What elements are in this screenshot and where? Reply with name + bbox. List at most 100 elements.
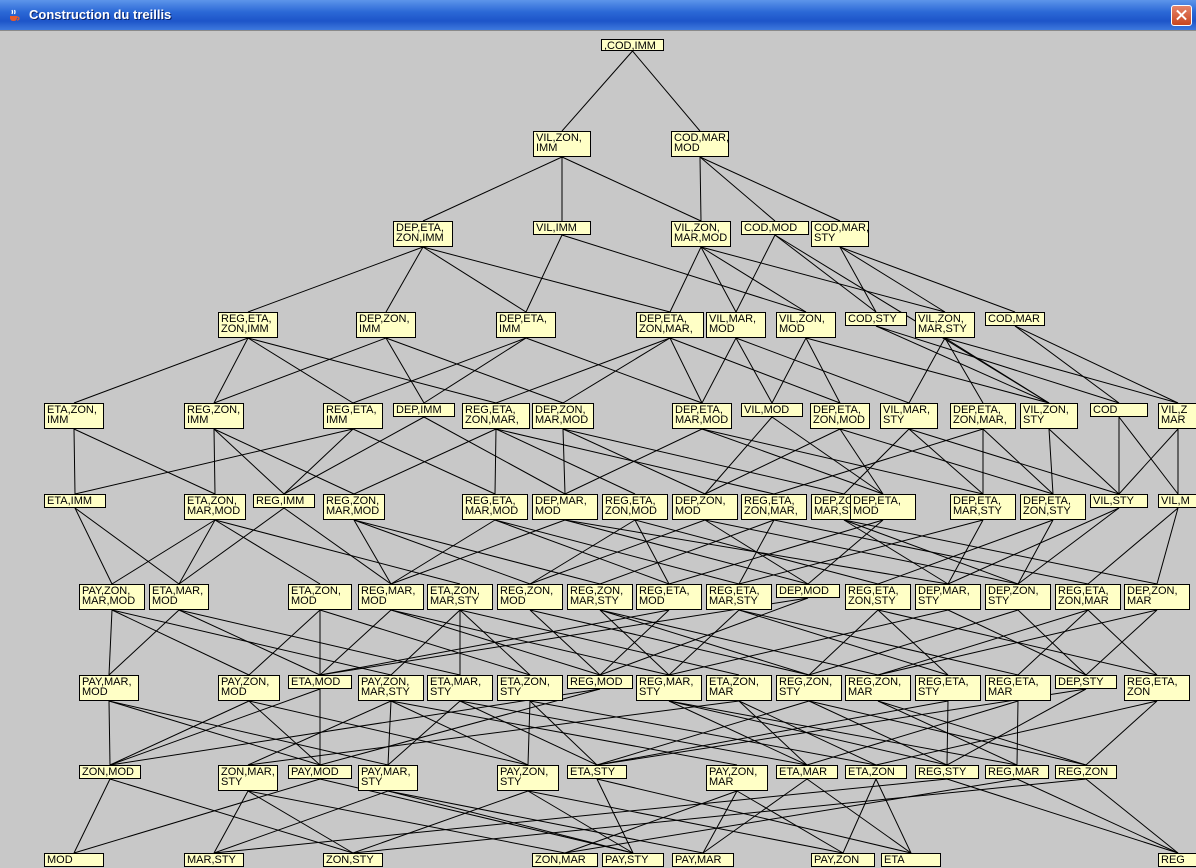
- lattice-node-reg-eta-zon-imm[interactable]: REG,ETA, ZON,IMM: [218, 312, 278, 338]
- lattice-node-cod[interactable]: COD: [1090, 403, 1148, 417]
- lattice-node-dep-mod[interactable]: DEP,MOD: [776, 584, 840, 598]
- lattice-node-eta-mar-sty[interactable]: ETA,MAR, STY: [427, 675, 493, 701]
- lattice-node-reg-imm[interactable]: REG,IMM: [253, 494, 315, 508]
- close-button[interactable]: [1171, 5, 1192, 26]
- lattice-node-dep-mar-mod[interactable]: DEP,MAR, MOD: [532, 494, 598, 520]
- lattice-node-reg-eta-mar[interactable]: REG,ETA, MAR: [985, 675, 1051, 701]
- lattice-node-pay-mar-mod[interactable]: PAY,MAR, MOD: [79, 675, 139, 701]
- lattice-node-eta-mod[interactable]: ETA,MOD: [288, 675, 352, 689]
- lattice-edges: [73, 50, 1179, 854]
- lattice-node-zon-mar-sty[interactable]: ZON,MAR, STY: [218, 765, 278, 791]
- lattice-node-vil-zon-mar-sty[interactable]: VIL,ZON, MAR,STY: [915, 312, 975, 338]
- lattice-node-eta-zon-mod[interactable]: ETA,ZON, MOD: [288, 584, 352, 610]
- lattice-node-zon-mod[interactable]: ZON,MOD: [79, 765, 141, 779]
- lattice-node-dep-zon-mar-mod[interactable]: DEP,ZON, MAR,MOD: [532, 403, 594, 429]
- lattice-node-eta[interactable]: ETA: [881, 853, 941, 867]
- lattice-node-dep-zon-imm[interactable]: DEP,ZON, IMM: [356, 312, 416, 338]
- lattice-node-dep-eta-mod[interactable]: DEP,ETA, MOD: [850, 494, 916, 520]
- lattice-node-dep-eta-zon-imm[interactable]: DEP,ETA, ZON,IMM: [393, 221, 453, 247]
- lattice-node-pay-zon[interactable]: PAY,ZON: [811, 853, 875, 867]
- lattice-node-zon-mar[interactable]: ZON,MAR: [532, 853, 598, 867]
- lattice-node-dep-mar-sty[interactable]: DEP,MAR, STY: [915, 584, 981, 610]
- lattice-node-vil-z-mar[interactable]: VIL,Z MAR: [1158, 403, 1196, 429]
- lattice-node-mod[interactable]: MOD: [44, 853, 104, 867]
- lattice-node-reg-mod[interactable]: REG,MOD: [567, 675, 633, 689]
- lattice-node-reg-zon-mar-mod[interactable]: REG,ZON, MAR,MOD: [323, 494, 385, 520]
- lattice-node-reg-eta-mar-mod[interactable]: REG,ETA, MAR,MOD: [462, 494, 528, 520]
- lattice-node-vil-zon-mar-mod[interactable]: VIL,ZON, MAR,MOD: [671, 221, 731, 247]
- lattice-node-reg-edge[interactable]: REG: [1158, 853, 1196, 867]
- lattice-node-dep-sty[interactable]: DEP,STY: [1055, 675, 1117, 689]
- lattice-node-reg-mar-sty[interactable]: REG,MAR, STY: [636, 675, 702, 701]
- lattice-node-pay-zon-mar-sty[interactable]: PAY,ZON, MAR,STY: [358, 675, 424, 701]
- lattice-node-vil-mar-mod[interactable]: VIL,MAR, MOD: [706, 312, 766, 338]
- lattice-node-dep-imm[interactable]: DEP,IMM: [393, 403, 455, 417]
- lattice-node-reg-zon[interactable]: REG,ZON: [1055, 765, 1117, 779]
- lattice-node-dep-zon-mar[interactable]: DEP,ZON, MAR: [1124, 584, 1190, 610]
- lattice-node-vil-mod[interactable]: VIL,MOD: [741, 403, 803, 417]
- lattice-node-reg-zon-imm[interactable]: REG,ZON, IMM: [184, 403, 244, 429]
- lattice-node-dep-eta-mar-sty[interactable]: DEP,ETA, MAR,STY: [950, 494, 1016, 520]
- lattice-node-eta-zon-imm[interactable]: ETA,ZON, IMM: [44, 403, 104, 429]
- lattice-node-cod-mar-mod[interactable]: COD,MAR, MOD: [671, 131, 729, 157]
- lattice-node-vil-zon-sty[interactable]: VIL,ZON, STY: [1020, 403, 1078, 429]
- lattice-node-pay-mod[interactable]: PAY,MOD: [288, 765, 352, 779]
- lattice-node-reg-eta-mar-sty[interactable]: REG,ETA, MAR,STY: [706, 584, 772, 610]
- lattice-node-vil-m[interactable]: VIL,M: [1158, 494, 1196, 508]
- lattice-node-eta-sty[interactable]: ETA,STY: [567, 765, 627, 779]
- lattice-node-dep-eta-zon-sty[interactable]: DEP,ETA, ZON,STY: [1020, 494, 1086, 520]
- lattice-node-eta-zon-sty[interactable]: ETA,ZON, STY: [497, 675, 563, 701]
- lattice-node-pay-zon-mar[interactable]: PAY,ZON, MAR: [706, 765, 768, 791]
- lattice-node-dep-eta-mar-mod[interactable]: DEP,ETA, MAR,MOD: [672, 403, 732, 429]
- lattice-node-pay-zon-sty[interactable]: PAY,ZON, STY: [497, 765, 559, 791]
- lattice-node-vil-imm[interactable]: VIL,IMM: [533, 221, 591, 235]
- lattice-node-eta-zon-mar[interactable]: ETA,ZON, MAR: [706, 675, 772, 701]
- lattice-node-eta-zon-mar-sty[interactable]: ETA,ZON, MAR,STY: [427, 584, 493, 610]
- lattice-node-reg-eta-zon-mar[interactable]: REG,ETA, ZON,MAR,: [462, 403, 530, 429]
- lattice-node-vil-zon-mod[interactable]: VIL,ZON, MOD: [776, 312, 836, 338]
- lattice-node-dep-eta-zon-mar2[interactable]: DEP,ETA, ZON,MAR,: [950, 403, 1016, 429]
- lattice-node-reg-eta-zon[interactable]: REG,ETA, ZON: [1124, 675, 1190, 701]
- lattice-node-reg-eta-sty[interactable]: REG,ETA, STY: [915, 675, 981, 701]
- lattice-node-reg-eta-imm[interactable]: REG,ETA, IMM: [323, 403, 383, 429]
- lattice-node-reg-eta-zon-mar3[interactable]: REG,ETA, ZON,MAR: [1055, 584, 1121, 610]
- lattice-node-reg-zon-sty[interactable]: REG,ZON, STY: [776, 675, 842, 701]
- lattice-node-reg-mar[interactable]: REG,MAR: [985, 765, 1049, 779]
- lattice-node-top[interactable]: ,COD,IMM: [601, 39, 664, 51]
- lattice-node-reg-zon-mar-sty[interactable]: REG,ZON, MAR,STY: [567, 584, 633, 610]
- lattice-node-vil-zon-imm[interactable]: VIL,ZON, IMM: [533, 131, 591, 157]
- lattice-node-vil-mar-sty[interactable]: VIL,MAR, STY: [880, 403, 938, 429]
- lattice-edge: [699, 156, 776, 222]
- lattice-node-cod-sty[interactable]: COD,STY: [845, 312, 907, 326]
- lattice-node-cod-mar-sty[interactable]: COD,MAR, STY: [811, 221, 869, 247]
- lattice-edge: [599, 609, 879, 676]
- lattice-node-reg-eta-zon-sty[interactable]: REG,ETA, ZON,STY: [845, 584, 911, 610]
- lattice-node-pay-mar-sty[interactable]: PAY,MAR, STY: [358, 765, 418, 791]
- lattice-node-dep-eta-zon-mod[interactable]: DEP,ETA, ZON,MOD: [810, 403, 870, 429]
- lattice-node-reg-eta-zon-mod[interactable]: REG,ETA, ZON,MOD: [602, 494, 668, 520]
- lattice-node-cod-mod[interactable]: COD,MOD: [741, 221, 809, 235]
- lattice-node-pay-mar[interactable]: PAY,MAR: [672, 853, 734, 867]
- lattice-node-reg-eta-mod[interactable]: REG,ETA, MOD: [636, 584, 702, 610]
- lattice-node-pay-zon-mar-mod[interactable]: PAY,ZON, MAR,MOD: [79, 584, 145, 610]
- lattice-node-reg-sty[interactable]: REG,STY: [915, 765, 979, 779]
- lattice-node-reg-zon-mar[interactable]: REG,ZON, MAR: [845, 675, 911, 701]
- lattice-node-reg-zon-mod[interactable]: REG,ZON, MOD: [497, 584, 563, 610]
- lattice-node-reg-mar-mod[interactable]: REG,MAR, MOD: [358, 584, 424, 610]
- lattice-node-zon-sty[interactable]: ZON,STY: [323, 853, 383, 867]
- lattice-node-dep-zon-mod[interactable]: DEP,ZON, MOD: [672, 494, 738, 520]
- lattice-node-dep-eta-zon-mar[interactable]: DEP,ETA, ZON,MAR,: [636, 312, 704, 338]
- lattice-node-cod-mar[interactable]: COD,MAR: [985, 312, 1045, 326]
- lattice-node-eta-zon[interactable]: ETA,ZON: [845, 765, 907, 779]
- lattice-node-eta-mar[interactable]: ETA,MAR: [776, 765, 838, 779]
- lattice-node-dep-eta-imm[interactable]: DEP,ETA, IMM: [496, 312, 556, 338]
- lattice-node-dep-zon-sty[interactable]: DEP,ZON, STY: [985, 584, 1051, 610]
- lattice-node-pay-sty[interactable]: PAY,STY: [602, 853, 664, 867]
- lattice-node-mar-sty[interactable]: MAR,STY: [184, 853, 244, 867]
- lattice-node-eta-zon-mar-mod[interactable]: ETA,ZON, MAR,MOD: [184, 494, 246, 520]
- lattice-node-reg-eta-zon-mar2[interactable]: REG,ETA, ZON,MAR,: [741, 494, 807, 520]
- lattice-node-pay-zon-mod[interactable]: PAY,ZON, MOD: [218, 675, 280, 701]
- lattice-node-vil-sty[interactable]: VIL,STY: [1090, 494, 1148, 508]
- lattice-node-eta-imm[interactable]: ETA,IMM: [44, 494, 106, 508]
- lattice-node-eta-mar-mod[interactable]: ETA,MAR, MOD: [149, 584, 209, 610]
